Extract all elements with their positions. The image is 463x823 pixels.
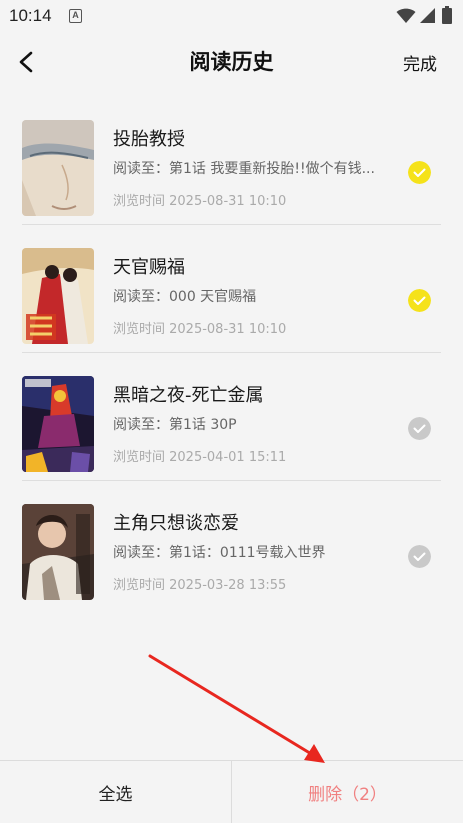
list-item[interactable]: 主角只想谈恋爱 阅读至：第1话：0111号载入世界 浏览时间 2025-03-2… xyxy=(0,481,463,609)
status-time: 10:14 xyxy=(9,6,52,25)
notification-icon: A xyxy=(69,9,82,23)
comic-cover-image xyxy=(22,376,94,472)
page-title: 阅读历史 xyxy=(189,50,274,74)
check-selected-icon[interactable] xyxy=(408,289,431,312)
history-list: 投胎教授 阅读至：第1话 我要重新投胎!!做个有钱... 浏览时间 2025-0… xyxy=(0,97,463,609)
signal-icon xyxy=(420,8,435,23)
item-title: 主角只想谈恋爱 xyxy=(113,513,239,534)
list-item[interactable]: 黑暗之夜-死亡金属 阅读至：第1话 30P 浏览时间 2025-04-01 15… xyxy=(0,353,463,481)
header: 阅读历史 完成 xyxy=(0,34,463,90)
item-time: 浏览时间 2025-08-31 10:10 xyxy=(113,194,287,209)
delete-button[interactable]: 删除（2） xyxy=(232,761,463,823)
status-bar: 10:14 A xyxy=(0,0,463,34)
item-time: 浏览时间 2025-08-31 10:10 xyxy=(113,322,287,337)
item-progress: 阅读至：第1话：0111号载入世界 xyxy=(113,545,326,561)
comic-cover-image xyxy=(22,248,94,344)
comic-cover-image xyxy=(22,120,94,216)
done-button[interactable]: 完成 xyxy=(403,50,437,75)
item-time: 浏览时间 2025-03-28 13:55 xyxy=(113,578,287,593)
comic-cover-image xyxy=(22,504,94,600)
item-title: 天官赐福 xyxy=(113,257,185,278)
wifi-icon xyxy=(396,8,416,23)
list-item[interactable]: 天官赐福 阅读至：000 天官赐福 浏览时间 2025-08-31 10:10 xyxy=(0,225,463,353)
item-title: 黑暗之夜-死亡金属 xyxy=(113,385,264,406)
select-all-button[interactable]: 全选 xyxy=(0,761,231,823)
item-progress: 阅读至：第1话 30P xyxy=(113,417,237,433)
item-title: 投胎教授 xyxy=(113,129,185,150)
battery-icon xyxy=(442,6,452,24)
check-unselected-icon[interactable] xyxy=(408,417,431,440)
list-item[interactable]: 投胎教授 阅读至：第1话 我要重新投胎!!做个有钱... 浏览时间 2025-0… xyxy=(0,97,463,225)
bottom-action-bar: 全选 删除（2） xyxy=(0,760,463,823)
item-progress: 阅读至：000 天官赐福 xyxy=(113,289,257,305)
check-unselected-icon[interactable] xyxy=(408,545,431,568)
item-time: 浏览时间 2025-04-01 15:11 xyxy=(113,450,287,465)
check-selected-icon[interactable] xyxy=(408,161,431,184)
item-progress: 阅读至：第1话 我要重新投胎!!做个有钱... xyxy=(113,161,375,177)
